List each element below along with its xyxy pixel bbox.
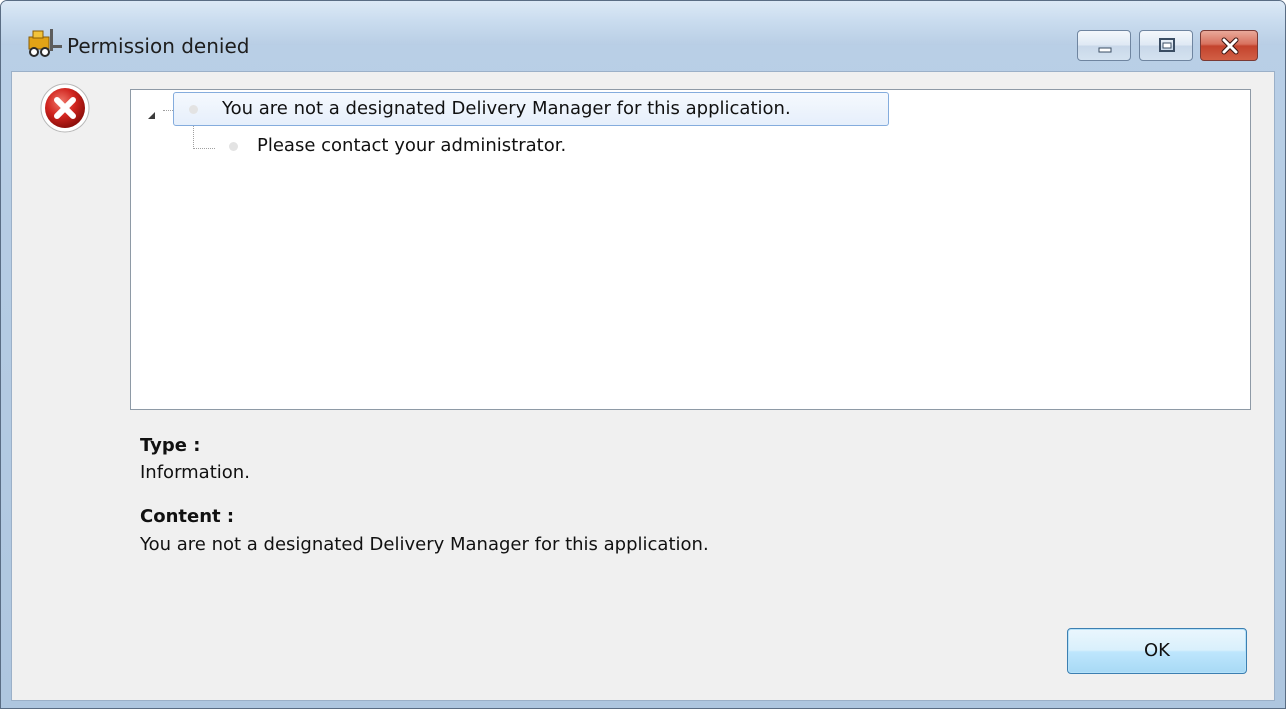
tree-node-root-label: You are not a designated Delivery Manage…: [222, 98, 791, 119]
tree-connector: [193, 126, 194, 149]
permission-denied-window: Permission denied You are not a designat…: [0, 0, 1286, 709]
type-value: Information.: [140, 462, 250, 483]
ok-button[interactable]: OK: [1067, 628, 1247, 674]
tree-connector: [163, 110, 173, 111]
dialog-body: You are not a designated Delivery Manage…: [11, 71, 1275, 701]
node-bullet-icon: [189, 105, 198, 114]
close-button[interactable]: [1200, 30, 1258, 61]
window-title: Permission denied: [67, 34, 250, 58]
collapse-arrow-icon[interactable]: [148, 112, 155, 119]
tree-node-child-label: Please contact your administrator.: [257, 135, 567, 156]
close-icon: [1221, 37, 1239, 55]
node-bullet-icon: [229, 142, 238, 151]
type-label: Type :: [140, 435, 201, 456]
minimize-icon: [1098, 47, 1112, 53]
tree-node-child[interactable]: Please contact your administrator.: [257, 134, 566, 158]
tree-connector: [193, 148, 215, 149]
content-value: You are not a designated Delivery Manage…: [140, 534, 709, 555]
maximize-icon: [1159, 38, 1175, 52]
error-icon: [39, 82, 91, 134]
content-label: Content :: [140, 506, 235, 527]
forklift-icon: [27, 27, 63, 59]
minimize-button[interactable]: [1077, 30, 1131, 61]
title-bar[interactable]: Permission denied: [1, 1, 1285, 61]
maximize-button[interactable]: [1139, 30, 1193, 61]
message-tree[interactable]: You are not a designated Delivery Manage…: [130, 89, 1251, 410]
tree-node-root[interactable]: You are not a designated Delivery Manage…: [173, 92, 889, 126]
